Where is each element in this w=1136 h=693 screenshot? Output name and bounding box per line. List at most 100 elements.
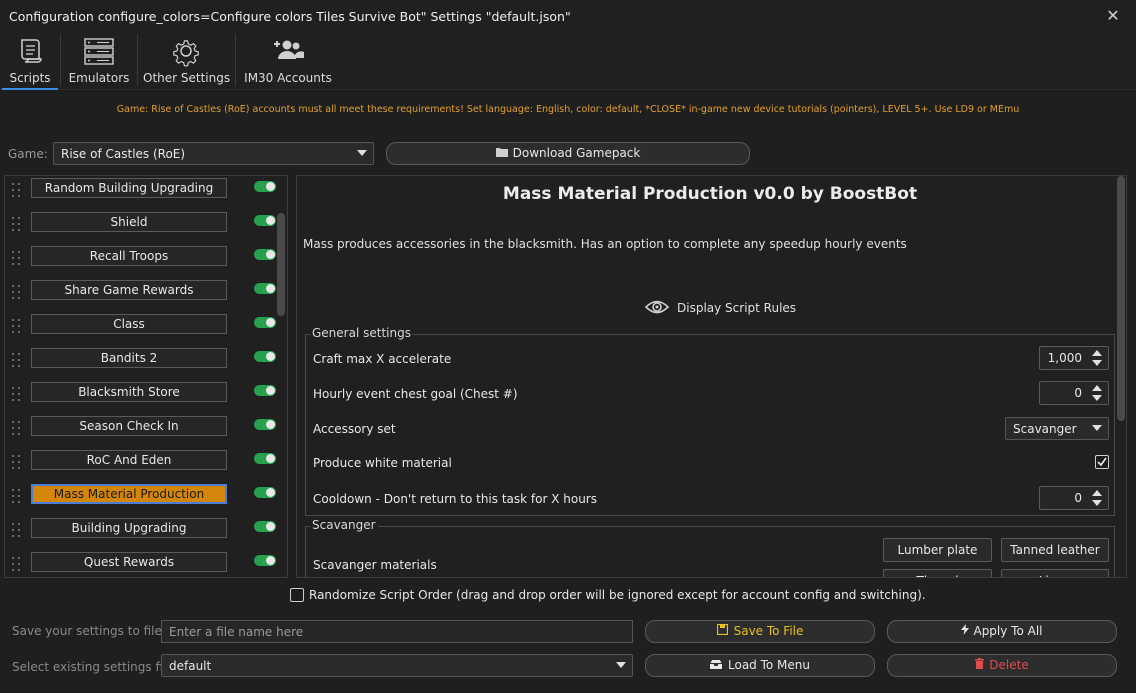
save-to-file-button[interactable]: Save To File <box>645 620 875 643</box>
script-item[interactable]: RoC And Eden <box>5 448 287 482</box>
script-enabled-toggle[interactable] <box>254 487 276 498</box>
display-script-rules-button[interactable]: Display Script Rules <box>644 298 796 319</box>
detail-scrollbar[interactable] <box>1117 176 1125 421</box>
randomize-checkbox[interactable] <box>290 587 304 602</box>
craft-max-label: Craft max X accelerate <box>313 352 452 366</box>
material-linen[interactable]: Linen <box>1001 569 1109 577</box>
drag-handle-icon[interactable] <box>12 489 22 505</box>
script-item[interactable]: Shield <box>5 210 287 244</box>
script-item[interactable]: Share Game Rewards <box>5 278 287 312</box>
tab-label: Other Settings <box>143 71 231 85</box>
chest-goal-stepper[interactable]: 0 <box>1039 381 1109 405</box>
gear-icon <box>173 40 199 67</box>
script-name-button[interactable]: Quest Rewards <box>31 552 227 572</box>
script-name-button[interactable]: Mass Material Production <box>31 484 227 504</box>
general-settings-group: General settings Craft max X accelerate … <box>305 326 1115 516</box>
arrow-up-icon[interactable] <box>1092 350 1102 356</box>
script-item[interactable]: Quest Rewards <box>5 550 287 577</box>
arrow-up-icon[interactable] <box>1092 385 1102 391</box>
script-enabled-toggle[interactable] <box>254 215 276 226</box>
drag-handle-icon[interactable] <box>12 183 22 199</box>
script-name-button[interactable]: RoC And Eden <box>31 450 227 470</box>
script-item[interactable]: Mass Material Production <box>5 482 287 516</box>
script-name-button[interactable]: Season Check In <box>31 416 227 436</box>
script-item[interactable]: Blacksmith Store <box>5 380 287 414</box>
load-to-menu-button[interactable]: Load To Menu <box>645 654 875 677</box>
load-to-menu-label: Load To Menu <box>728 658 810 672</box>
script-name-button[interactable]: Bandits 2 <box>31 348 227 368</box>
script-name-button[interactable]: Random Building Upgrading <box>31 178 227 198</box>
drag-handle-icon[interactable] <box>12 217 22 233</box>
script-enabled-toggle[interactable] <box>254 385 276 396</box>
craft-max-stepper[interactable]: 1,000 <box>1039 346 1109 370</box>
script-enabled-toggle[interactable] <box>254 555 276 566</box>
script-name-button[interactable]: Recall Troops <box>31 246 227 266</box>
script-item[interactable]: Building Upgrading <box>5 516 287 550</box>
drag-handle-icon[interactable] <box>12 557 22 573</box>
white-material-checkbox[interactable] <box>1095 455 1109 469</box>
script-enabled-toggle[interactable] <box>254 249 276 260</box>
drag-handle-icon[interactable] <box>12 387 22 403</box>
tab-im30-accounts[interactable]: IM30 Accounts <box>242 32 334 90</box>
scavanger-materials-label: Scavanger materials <box>313 558 437 572</box>
game-select[interactable]: Rise of Castles (RoE) <box>53 142 374 165</box>
tab-scripts[interactable]: Scripts <box>2 32 58 90</box>
material-tanned-leather[interactable]: Tanned leather <box>1001 538 1109 562</box>
folder-icon <box>495 143 508 164</box>
game-label: Game: <box>8 147 48 161</box>
drag-handle-icon[interactable] <box>12 421 22 437</box>
checkmark-icon <box>1097 457 1107 467</box>
script-name-button[interactable]: Share Game Rewards <box>31 280 227 300</box>
script-name-button[interactable]: Shield <box>31 212 227 232</box>
window-title: Configuration configure_colors=Configure… <box>9 9 571 24</box>
script-enabled-toggle[interactable] <box>254 181 276 192</box>
tab-bar: Scripts Emulators Other Settings IM30 Ac… <box>0 32 1136 90</box>
drag-handle-icon[interactable] <box>12 319 22 335</box>
delete-button[interactable]: Delete <box>887 654 1117 677</box>
tab-other-settings[interactable]: Other Settings <box>143 32 231 90</box>
scripts-scrollbar[interactable] <box>277 213 285 316</box>
settings-filename-input[interactable]: Enter a file name here <box>161 620 633 643</box>
script-name-button[interactable]: Class <box>31 314 227 334</box>
script-item[interactable]: Recall Troops <box>5 244 287 278</box>
script-enabled-toggle[interactable] <box>254 453 276 464</box>
arrow-up-icon[interactable] <box>1092 490 1102 496</box>
cooldown-stepper[interactable]: 0 <box>1039 486 1109 510</box>
drag-handle-icon[interactable] <box>12 353 22 369</box>
scripts-list[interactable]: Random Building Upgrading Shield Recall Tr… <box>4 175 288 578</box>
drag-handle-icon[interactable] <box>12 285 22 301</box>
tab-label: Scripts <box>9 71 51 85</box>
settings-file-select[interactable]: default <box>161 654 633 677</box>
material-lumber-plate[interactable]: Lumber plate <box>883 538 992 562</box>
script-item[interactable]: Class <box>5 312 287 346</box>
white-material-label: Produce white material <box>313 456 452 470</box>
script-enabled-toggle[interactable] <box>254 351 276 362</box>
script-enabled-toggle[interactable] <box>254 419 276 430</box>
script-enabled-toggle[interactable] <box>254 521 276 532</box>
drag-handle-icon[interactable] <box>12 455 22 471</box>
settings-file-value: default <box>169 659 212 673</box>
download-gamepack-button[interactable]: Download Gamepack <box>386 142 750 165</box>
script-enabled-toggle[interactable] <box>254 283 276 294</box>
script-name-button[interactable]: Building Upgrading <box>31 518 227 538</box>
arrow-down-icon[interactable] <box>1092 360 1102 366</box>
tab-emulators[interactable]: Emulators <box>66 32 132 90</box>
script-item[interactable]: Season Check In <box>5 414 287 448</box>
randomize-option[interactable]: Randomize Script Order (drag and drop or… <box>290 587 926 603</box>
arrow-down-icon[interactable] <box>1092 500 1102 506</box>
tab-divider <box>235 34 236 86</box>
script-item[interactable]: Bandits 2 <box>5 346 287 380</box>
arrow-down-icon[interactable] <box>1092 395 1102 401</box>
script-item[interactable]: Random Building Upgrading <box>5 176 287 210</box>
accessory-set-select[interactable]: Scavanger <box>1005 417 1109 440</box>
title-bar: Configuration configure_colors=Configure… <box>0 0 1136 32</box>
save-to-file-label: Save To File <box>733 624 804 638</box>
scavanger-group: Scavanger Scavanger materials Lumber pla… <box>305 518 1115 577</box>
close-icon[interactable]: ✕ <box>1102 5 1124 27</box>
script-enabled-toggle[interactable] <box>254 317 276 328</box>
apply-to-all-button[interactable]: Apply To All <box>887 620 1117 643</box>
drag-handle-icon[interactable] <box>12 251 22 267</box>
material-thread[interactable]: Thread <box>883 569 992 577</box>
script-name-button[interactable]: Blacksmith Store <box>31 382 227 402</box>
drag-handle-icon[interactable] <box>12 523 22 539</box>
